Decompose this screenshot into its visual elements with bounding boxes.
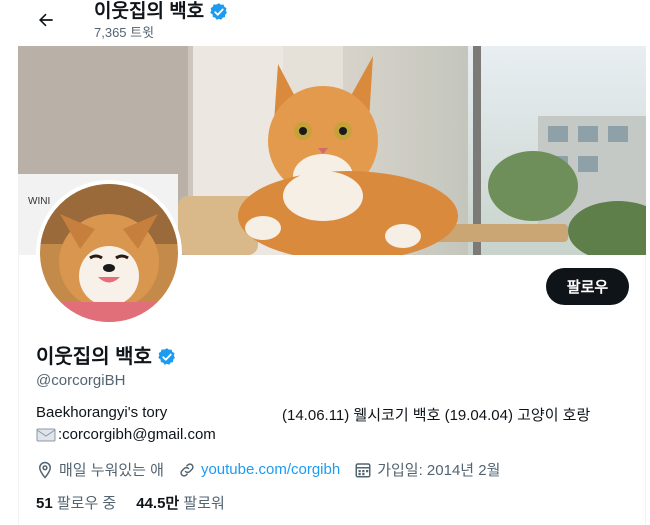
svg-text:WINI: WINI xyxy=(28,196,50,207)
profile-display-name: 이웃집의 백호 xyxy=(36,344,177,370)
location-pin-icon xyxy=(38,461,52,479)
envelope-icon xyxy=(36,428,56,441)
back-button[interactable] xyxy=(32,6,60,34)
link-icon xyxy=(180,462,194,477)
location-item: 매일 누워있는 애 xyxy=(36,459,164,480)
profile-stats: 51 팔로우 중 44.5만 팔로워 xyxy=(36,492,245,513)
followers-count: 44.5만 xyxy=(136,495,180,512)
profile-meta: 매일 누워있는 애 youtube.com/corgibh 가입일: 2014년… xyxy=(36,459,514,480)
display-name-text: 이웃집의 백호 xyxy=(36,346,152,368)
joined-text: 가입일: 2014년 2월 xyxy=(377,462,501,479)
bio-line-1-left: Baekhorangyi's tory xyxy=(36,404,168,421)
joined-item: 가입일: 2014년 2월 xyxy=(354,459,500,480)
bio-email-line: :corcorgibh@gmail.com xyxy=(36,426,216,443)
header-name-text: 이웃집의 백호 xyxy=(94,1,205,22)
avatar-image xyxy=(40,184,178,322)
verified-badge-icon xyxy=(158,348,175,365)
followers-stat[interactable]: 44.5만 팔로워 xyxy=(136,492,225,513)
profile-handle: @corcorgiBH xyxy=(36,372,126,389)
following-stat[interactable]: 51 팔로우 중 xyxy=(36,492,116,513)
followers-label: 팔로워 xyxy=(183,495,225,512)
bio-line-1-right: (14.06.11) 웰시코기 백호 (19.04.04) 고양이 호랑 xyxy=(282,407,591,424)
verified-badge-icon xyxy=(210,3,228,20)
calendar-icon xyxy=(355,462,371,477)
following-label: 팔로우 중 xyxy=(56,495,117,512)
back-arrow-icon xyxy=(39,13,53,27)
bio-email-text: :corcorgibh@gmail.com xyxy=(58,426,216,443)
profile-header-bar: 이웃집의 백호 7,365 트윗 xyxy=(18,0,646,46)
location-text: 매일 누워있는 애 xyxy=(59,462,164,479)
following-count: 51 xyxy=(36,495,53,512)
website-link[interactable]: youtube.com/corgibh xyxy=(201,461,340,478)
tweet-count: 7,365 트윗 xyxy=(94,25,155,40)
follow-button[interactable]: 팔로우 xyxy=(546,268,629,305)
profile-avatar[interactable] xyxy=(36,180,182,326)
website-item[interactable]: youtube.com/corgibh xyxy=(178,461,340,479)
header-display-name: 이웃집의 백호 xyxy=(94,0,229,24)
